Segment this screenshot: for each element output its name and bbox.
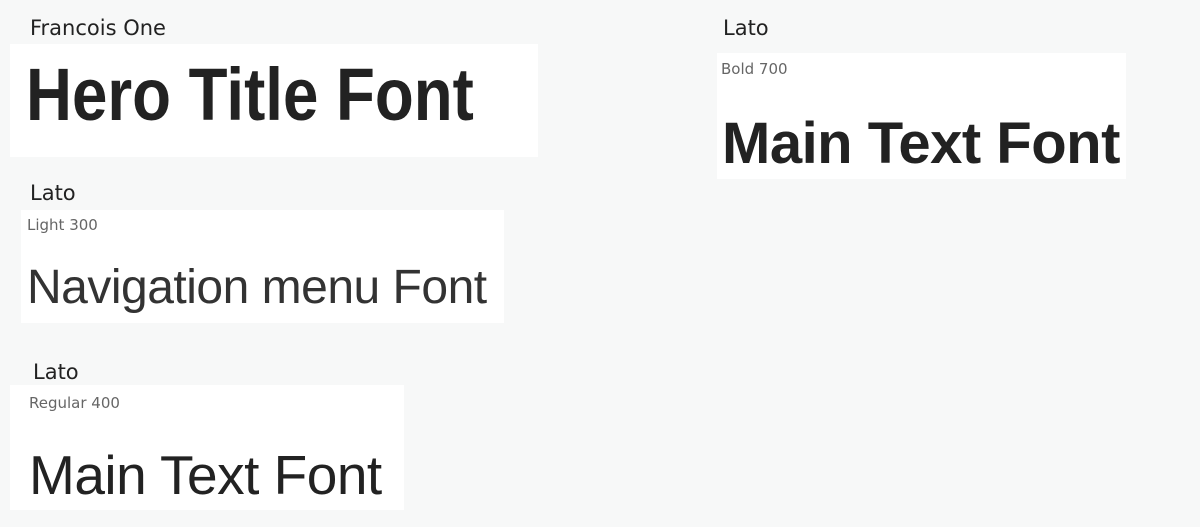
font-sample-card-navigation-menu: Light 300 Navigation menu Font	[21, 210, 504, 323]
font-family-name-francois-one: Francois One	[30, 16, 166, 40]
font-sample-card-main-text-bold: Bold 700 Main Text Font	[717, 53, 1126, 179]
font-sample-main-text-regular: Main Text Font	[29, 444, 382, 506]
font-sample-navigation-menu-text: Navigation menu Font	[27, 261, 487, 314]
font-sample-card-hero-title: Hero Title Font	[10, 44, 538, 157]
font-weight-label-regular: Regular 400	[29, 394, 120, 412]
font-family-name-lato-bold: Lato	[723, 16, 769, 40]
font-sample-card-main-text-regular: Regular 400 Main Text Font	[10, 385, 404, 510]
font-weight-label-light: Light 300	[27, 216, 98, 234]
font-sample-main-text-bold: Main Text Font	[722, 111, 1120, 176]
font-family-name-lato-light: Lato	[30, 181, 76, 205]
font-family-name-lato-regular: Lato	[33, 360, 79, 384]
font-weight-label-bold: Bold 700	[721, 60, 788, 78]
font-sample-hero-title-text: Hero Title Font	[26, 53, 474, 136]
